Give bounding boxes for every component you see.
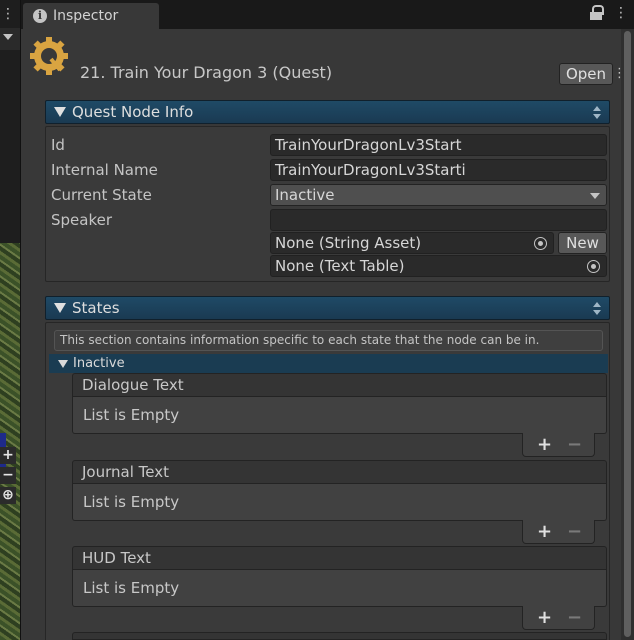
- journal-text-header[interactable]: Journal Text: [72, 460, 607, 484]
- zoom-in-icon[interactable]: +: [0, 447, 16, 464]
- internal-name-field[interactable]: TrainYourDragonLv3Starti: [270, 159, 607, 181]
- hud-text-footer: + −: [522, 606, 595, 630]
- info-icon: i: [33, 9, 47, 23]
- lock-icon[interactable]: [590, 5, 604, 21]
- string-asset-value: None (String Asset): [275, 234, 422, 252]
- internal-name-label: Internal Name: [51, 161, 158, 179]
- scrollbar[interactable]: [621, 29, 634, 640]
- tab-inspector[interactable]: i Inspector: [23, 3, 159, 29]
- text-table-value: None (Text Table): [275, 257, 405, 275]
- journal-text-footer: + −: [522, 520, 595, 544]
- current-state-label: Current State: [51, 186, 152, 204]
- dropdown-arrow-icon[interactable]: [3, 34, 13, 40]
- foldout-title: Quest Node Info: [72, 103, 194, 121]
- id-field[interactable]: TrainYourDragonLv3Start: [270, 134, 607, 156]
- next-list-header[interactable]: [72, 632, 607, 640]
- chevron-down-icon: [590, 193, 600, 199]
- new-button[interactable]: New: [558, 232, 607, 254]
- scene-view[interactable]: [0, 243, 20, 640]
- foldout-arrow-icon: [54, 303, 66, 313]
- journal-text-list: List is Empty: [72, 484, 607, 521]
- id-label: Id: [51, 136, 65, 154]
- reorder-icon[interactable]: [593, 106, 601, 120]
- states-foldout[interactable]: States: [45, 296, 610, 320]
- current-state-value: Inactive: [275, 186, 335, 204]
- open-button[interactable]: Open: [559, 63, 613, 85]
- zoom-out-icon[interactable]: −: [0, 467, 16, 484]
- quest-logo-icon: [30, 37, 68, 75]
- inspector-panel: i Inspector ⋮ 21. Train Your Dragon 3 (Q…: [21, 0, 634, 640]
- add-item-button[interactable]: +: [537, 434, 552, 455]
- dialogue-text-header[interactable]: Dialogue Text: [72, 373, 607, 397]
- reorder-icon[interactable]: [593, 302, 601, 316]
- string-asset-field[interactable]: None (String Asset): [270, 232, 554, 254]
- remove-item-button[interactable]: −: [567, 607, 582, 628]
- state-name: Inactive: [73, 356, 125, 371]
- dialogue-text-list: List is Empty: [72, 397, 607, 434]
- object-picker-icon[interactable]: [534, 237, 547, 250]
- object-picker-icon[interactable]: [587, 260, 600, 273]
- hud-text-header[interactable]: HUD Text: [72, 546, 607, 570]
- hud-text-list: List is Empty: [72, 570, 607, 607]
- component-title: 21. Train Your Dragon 3 (Quest): [80, 63, 333, 82]
- tab-bar: i Inspector ⋮: [21, 0, 634, 29]
- dialogue-text-footer: + −: [522, 433, 595, 457]
- foldout-arrow-icon: [54, 107, 66, 117]
- remove-item-button[interactable]: −: [567, 521, 582, 542]
- remove-item-button[interactable]: −: [567, 434, 582, 455]
- states-help-box: This section contains information specif…: [54, 330, 603, 351]
- add-item-button[interactable]: +: [537, 607, 552, 628]
- quest-node-info-foldout[interactable]: Quest Node Info: [45, 100, 610, 124]
- speaker-label: Speaker: [51, 211, 113, 229]
- tab-label: Inspector: [53, 8, 119, 24]
- scrollbar-thumb[interactable]: [624, 31, 631, 637]
- kebab-menu-icon[interactable]: ⋮: [614, 5, 628, 21]
- more-options-icon[interactable]: ⋮: [1, 6, 15, 22]
- state-foldout-inactive[interactable]: Inactive: [49, 354, 608, 373]
- current-state-dropdown[interactable]: Inactive: [270, 184, 607, 206]
- add-item-button[interactable]: +: [537, 521, 552, 542]
- speaker-field[interactable]: [270, 209, 607, 231]
- text-table-field[interactable]: None (Text Table): [270, 255, 607, 277]
- recenter-icon[interactable]: ⊕: [0, 487, 16, 504]
- foldout-title: States: [72, 299, 120, 317]
- foldout-arrow-icon: [58, 359, 68, 368]
- scene-view-edge: ⋮ + − ⊕: [0, 0, 21, 640]
- inspector-header: 21. Train Your Dragon 3 (Quest) ? ⇄ ⋮: [21, 29, 634, 95]
